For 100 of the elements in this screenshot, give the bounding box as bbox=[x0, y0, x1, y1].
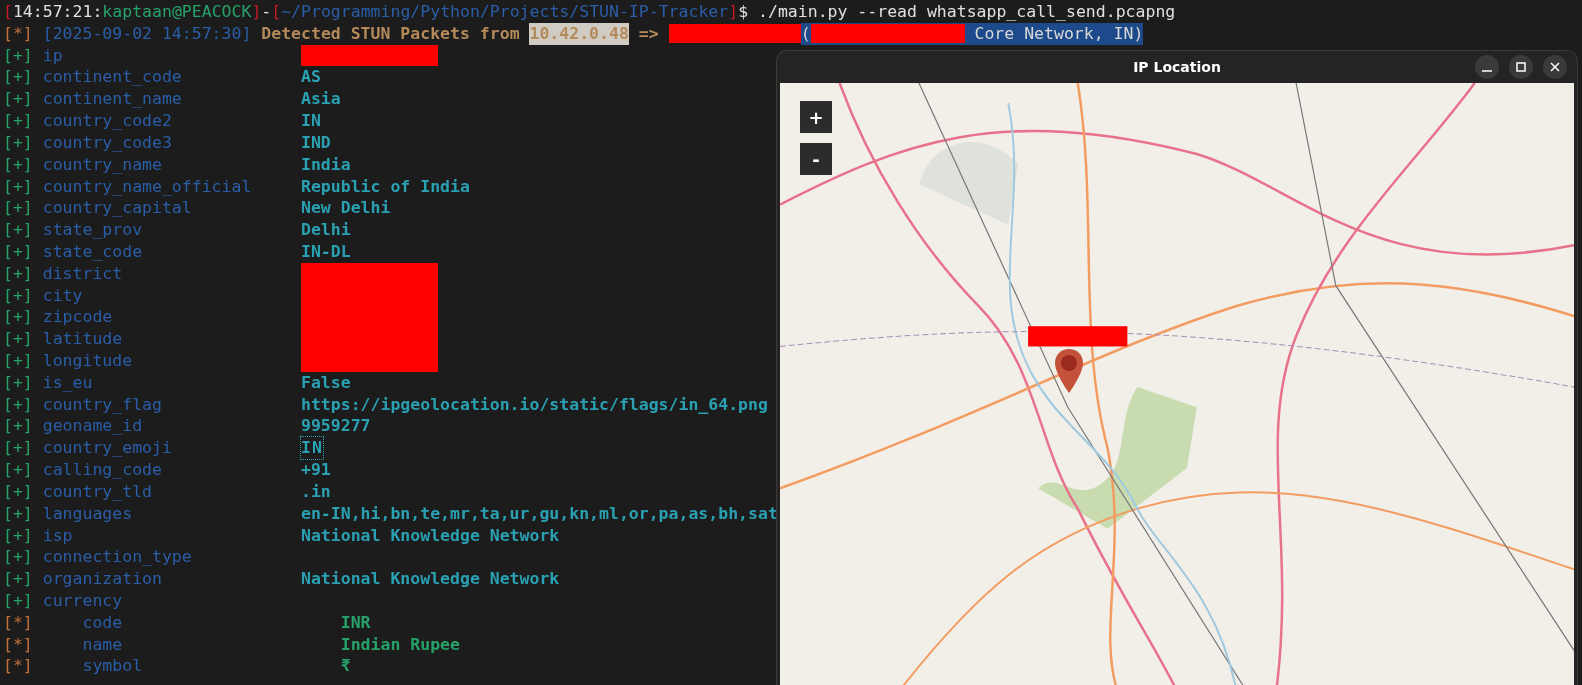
field-value: IN bbox=[301, 110, 321, 132]
maximize-icon bbox=[1516, 62, 1526, 72]
field-key: organization bbox=[42, 569, 162, 589]
prompt-text: ~/Programming/Python/Projects/STUN-IP-Tracker bbox=[281, 1, 729, 23]
bullet-marker: [+] bbox=[3, 371, 33, 394]
bullet-marker: [+] bbox=[3, 306, 33, 329]
bullet-marker: [+] bbox=[3, 459, 33, 481]
bullet-marker: [+] bbox=[3, 262, 33, 285]
field-value: AS bbox=[301, 66, 321, 89]
field-key: continent_name bbox=[42, 89, 182, 109]
field-key: zipcode bbox=[42, 307, 113, 327]
arrow-text: => bbox=[638, 22, 659, 45]
prompt-text: ] bbox=[251, 1, 262, 23]
field-key: district bbox=[42, 263, 123, 283]
field-value: 9959277 bbox=[301, 415, 371, 438]
bullet-marker: [+] bbox=[3, 393, 33, 416]
bullet-marker: [*] bbox=[3, 611, 33, 634]
bullet-marker: [+] bbox=[3, 153, 33, 176]
field-key: country_name_official bbox=[42, 176, 252, 196]
log-message: Detected STUN Packets from bbox=[261, 22, 520, 45]
field-key: is_eu bbox=[42, 372, 93, 392]
field-key: calling_code bbox=[42, 460, 162, 480]
field-value: Republic of India bbox=[301, 175, 470, 198]
minimize-icon bbox=[1482, 70, 1492, 72]
zoom-in-button[interactable]: + bbox=[800, 101, 832, 133]
bullet-marker: [+] bbox=[3, 524, 33, 547]
bullet-marker: [*] bbox=[3, 633, 33, 656]
field-key: languages bbox=[42, 503, 133, 523]
bullet-marker: [+] bbox=[3, 437, 33, 460]
bullet-marker: [+] bbox=[3, 110, 33, 132]
network-text: Core Network, IN) bbox=[973, 22, 1144, 45]
field-key: country_code2 bbox=[42, 111, 172, 131]
field-value: New Delhi bbox=[301, 197, 391, 220]
field-key: currency bbox=[42, 590, 123, 610]
field-value: ₹ bbox=[340, 655, 351, 678]
bullet-marker: [+] bbox=[3, 284, 33, 307]
zoom-out-button[interactable]: - bbox=[800, 143, 832, 175]
bullet-marker: [+] bbox=[3, 88, 33, 111]
bullet-marker: [+] bbox=[3, 589, 33, 612]
prompt-text: - bbox=[261, 1, 272, 23]
field-value: India bbox=[301, 153, 351, 176]
field-value: IN-DL bbox=[301, 240, 351, 263]
prompt-text: [ bbox=[271, 1, 282, 23]
field-value: IND bbox=[301, 131, 331, 154]
field-key: symbol bbox=[82, 656, 143, 676]
field-key: country_tld bbox=[42, 481, 152, 501]
bullet-marker: [+] bbox=[3, 240, 33, 263]
bullet-marker: [+] bbox=[3, 568, 33, 590]
field-value: https://ipgeolocation.io/static/flags/in_64.png bbox=[301, 393, 768, 416]
field-key: state_prov bbox=[42, 220, 143, 240]
field-key: state_code bbox=[42, 241, 143, 261]
bullet-marker: [*] bbox=[3, 655, 33, 678]
field-value: False bbox=[301, 371, 351, 394]
field-key: country_name bbox=[42, 154, 162, 174]
field-key: connection_type bbox=[42, 547, 192, 567]
field-value: .in bbox=[301, 480, 331, 503]
close-icon bbox=[1550, 62, 1560, 72]
field-key: longitude bbox=[42, 351, 133, 370]
bullet-marker: [+] bbox=[3, 415, 33, 438]
bullet-marker: [+] bbox=[3, 66, 33, 89]
field-key: city bbox=[42, 285, 83, 305]
field-key: continent_code bbox=[42, 67, 182, 87]
bullet-marker: [+] bbox=[3, 480, 33, 503]
bullet-marker: [+] bbox=[3, 502, 33, 525]
source-ip: 10.42.0.48 bbox=[529, 22, 629, 45]
bullet-marker: [+] bbox=[3, 197, 33, 220]
bullet-marker: [+] bbox=[3, 175, 33, 198]
prompt-text: [ bbox=[3, 1, 13, 23]
field-key: country_emoji bbox=[42, 438, 172, 458]
field-key: country_capital bbox=[42, 198, 192, 218]
paren-text: ( bbox=[800, 22, 811, 45]
field-value: INR bbox=[340, 611, 371, 634]
bullet-marker: [+] bbox=[3, 44, 33, 67]
field-key: latitude bbox=[42, 329, 123, 349]
prompt-text: $ ./main.py --read whatsapp_call_send.pcapng bbox=[738, 1, 1176, 23]
bullet-marker: [+] bbox=[3, 328, 33, 350]
bullet-marker: [+] bbox=[3, 350, 33, 372]
field-key: country_code3 bbox=[42, 132, 172, 152]
field-key: country_flag bbox=[42, 394, 162, 414]
field-key: isp bbox=[42, 525, 73, 545]
prompt-text: 14:57:21 bbox=[12, 1, 93, 23]
field-value: +91 bbox=[301, 459, 331, 481]
window-title: IP Location bbox=[1133, 59, 1221, 75]
prompt-text: kaptaan@PEACOCK bbox=[102, 1, 252, 23]
field-value: IN bbox=[301, 437, 323, 460]
timestamp: [2025-09-02 14:57:30] bbox=[42, 22, 252, 45]
field-value: Delhi bbox=[301, 219, 351, 241]
close-button[interactable] bbox=[1543, 55, 1567, 79]
prompt-text: ] bbox=[728, 1, 739, 23]
field-key: ip bbox=[42, 45, 63, 65]
bullet-marker: [+] bbox=[3, 546, 33, 569]
bullet-marker: [*] bbox=[3, 22, 33, 45]
maximize-button[interactable] bbox=[1509, 55, 1533, 79]
prompt-text: : bbox=[92, 1, 103, 23]
field-value: Asia bbox=[301, 88, 341, 111]
field-key: code bbox=[82, 612, 123, 632]
bullet-marker: [+] bbox=[3, 219, 33, 241]
field-value: Indian Rupee bbox=[340, 633, 460, 656]
minimize-button[interactable] bbox=[1475, 55, 1499, 79]
field-value: National Knowledge Network bbox=[301, 524, 560, 547]
